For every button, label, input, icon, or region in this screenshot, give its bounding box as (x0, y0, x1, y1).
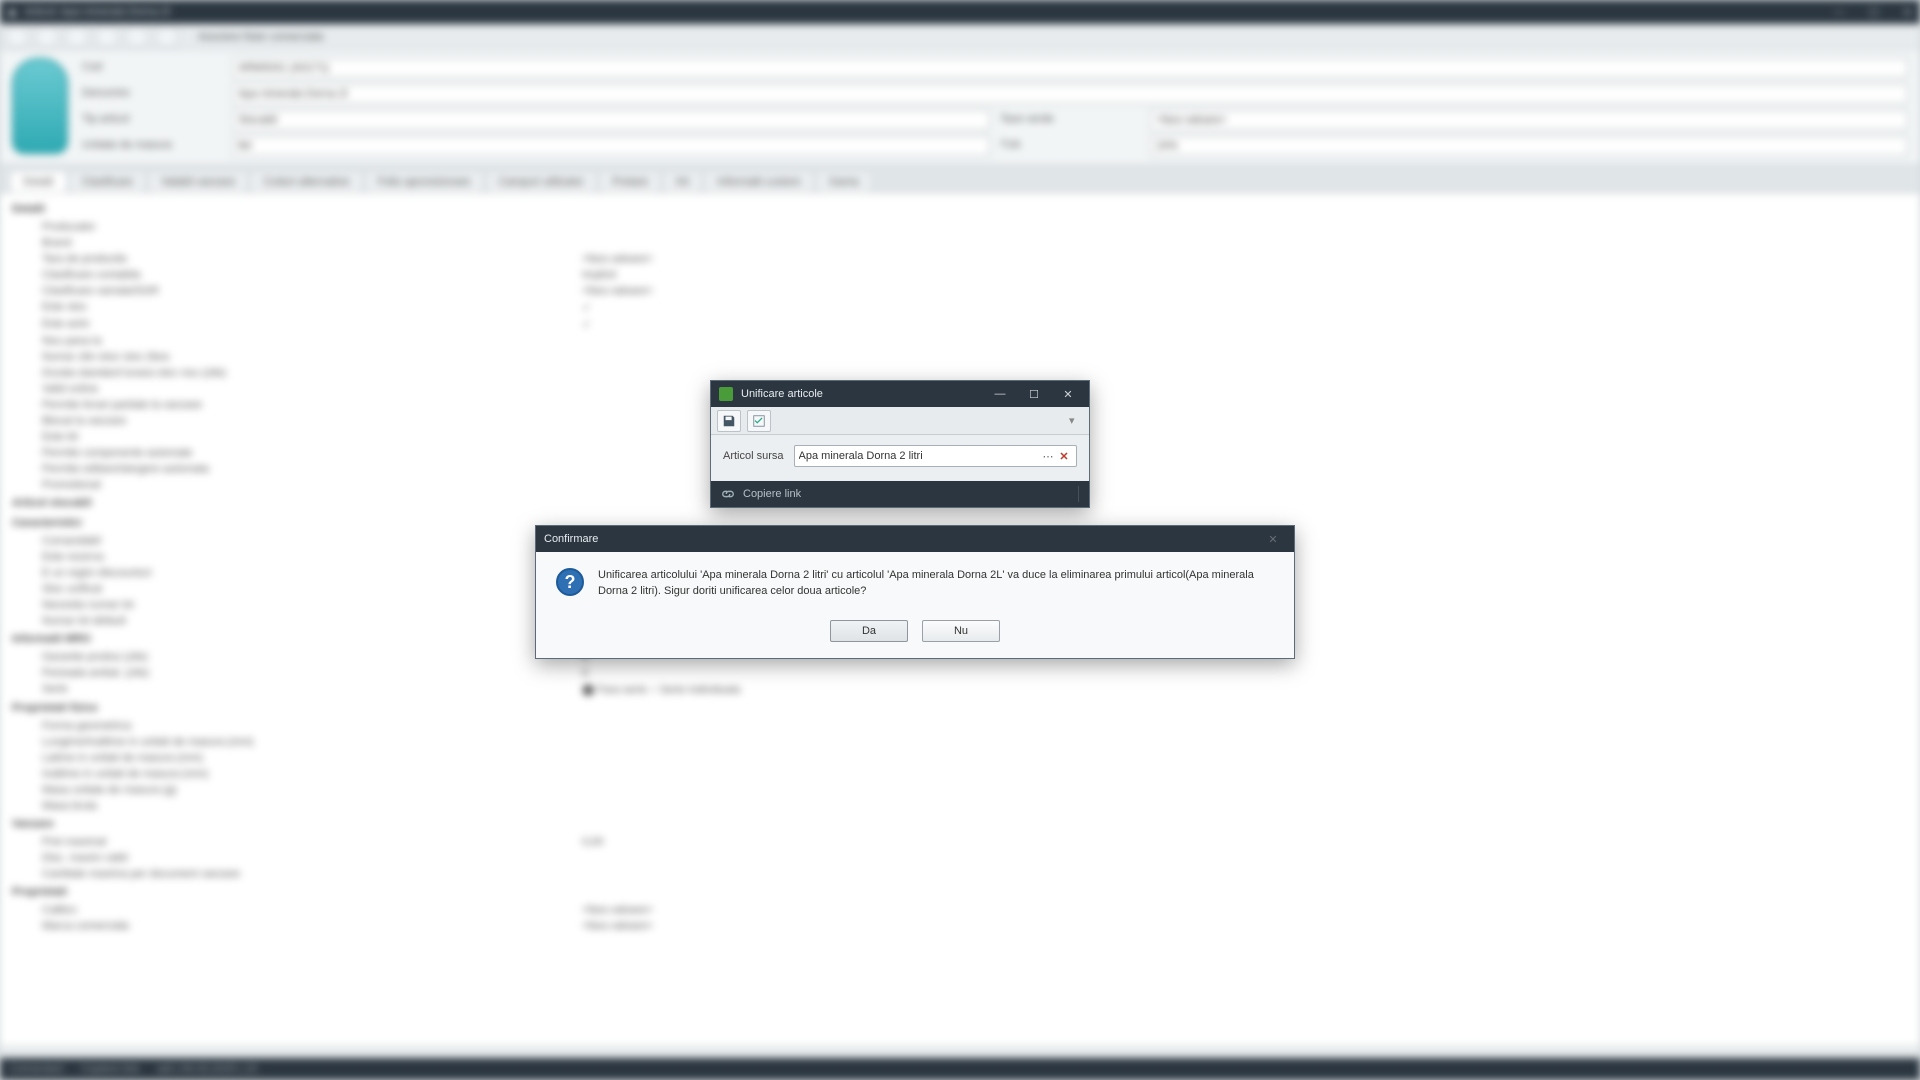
articol-sursa-lookup[interactable]: ⋯ ✕ (794, 445, 1077, 467)
modal-layer: Unificare articole — ☐ ✕ ▾ Articol sursa… (0, 0, 1920, 1080)
save-icon (722, 414, 736, 428)
close-button[interactable]: ✕ (1055, 384, 1081, 404)
footer-separator (1078, 486, 1079, 502)
link-icon (721, 487, 735, 501)
confirm-actions: Da Nu (536, 620, 1294, 658)
copy-link-button[interactable]: Copiere link (743, 488, 801, 500)
close-button[interactable]: ✕ (1260, 529, 1286, 549)
check-icon (752, 414, 766, 428)
validate-button[interactable] (747, 410, 771, 432)
articol-sursa-input[interactable] (799, 450, 1040, 462)
no-button[interactable]: Nu (922, 620, 1000, 642)
dialog-unificare: Unificare articole — ☐ ✕ ▾ Articol sursa… (710, 380, 1090, 508)
confirm-message: Unificarea articolului 'Apa minerala Dor… (598, 568, 1274, 600)
confirm-body: ? Unificarea articolului 'Apa minerala D… (536, 552, 1294, 620)
dialog-footer: Copiere link (711, 481, 1089, 507)
app-icon (719, 387, 733, 401)
lookup-picker-button[interactable]: ⋯ (1040, 450, 1056, 463)
dialog-title-bar: Unificare articole — ☐ ✕ (711, 381, 1089, 407)
dialog-title-bar: Confirmare ✕ (536, 526, 1294, 552)
dialog-confirmare: Confirmare ✕ ? Unificarea articolului 'A… (535, 525, 1295, 659)
dialog-body: Articol sursa ⋯ ✕ (711, 435, 1089, 481)
lookup-clear-button[interactable]: ✕ (1056, 450, 1072, 463)
maximize-button[interactable]: ☐ (1021, 384, 1047, 404)
dialog-title: Confirmare (544, 533, 598, 545)
yes-button[interactable]: Da (830, 620, 908, 642)
save-button[interactable] (717, 410, 741, 432)
minimize-button[interactable]: — (987, 384, 1013, 404)
dialog-toolbar: ▾ (711, 407, 1089, 435)
question-icon: ? (556, 568, 584, 596)
toolbar-overflow-button[interactable]: ▾ (1069, 414, 1083, 427)
articol-sursa-label: Articol sursa (723, 450, 784, 462)
dialog-title: Unificare articole (741, 388, 823, 400)
